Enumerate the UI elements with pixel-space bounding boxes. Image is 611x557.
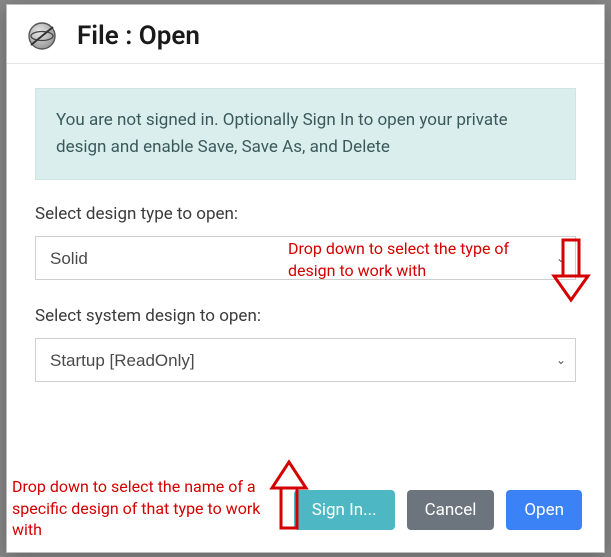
app-icon xyxy=(25,19,59,53)
signin-button[interactable]: Sign In... xyxy=(294,490,395,530)
system-design-field: Select system design to open: Startup [R… xyxy=(35,306,576,382)
system-design-select[interactable]: Startup [ReadOnly] xyxy=(35,338,576,382)
system-design-label: Select system design to open: xyxy=(35,306,576,326)
dialog-title: File : Open xyxy=(77,21,200,51)
file-open-dialog: File : Open You are not signed in. Optio… xyxy=(6,4,605,553)
cancel-button[interactable]: Cancel xyxy=(407,490,495,530)
design-type-field: Select design type to open: Solid ⌄ xyxy=(35,204,576,280)
signin-info-message: You are not signed in. Optionally Sign I… xyxy=(35,88,576,180)
dialog-body: You are not signed in. Optionally Sign I… xyxy=(7,64,604,480)
dialog-footer: Sign In... Cancel Open xyxy=(7,480,604,552)
dialog-header: File : Open xyxy=(7,5,604,64)
open-button[interactable]: Open xyxy=(506,490,582,530)
design-type-select[interactable]: Solid xyxy=(35,236,576,280)
design-type-label: Select design type to open: xyxy=(35,204,576,224)
